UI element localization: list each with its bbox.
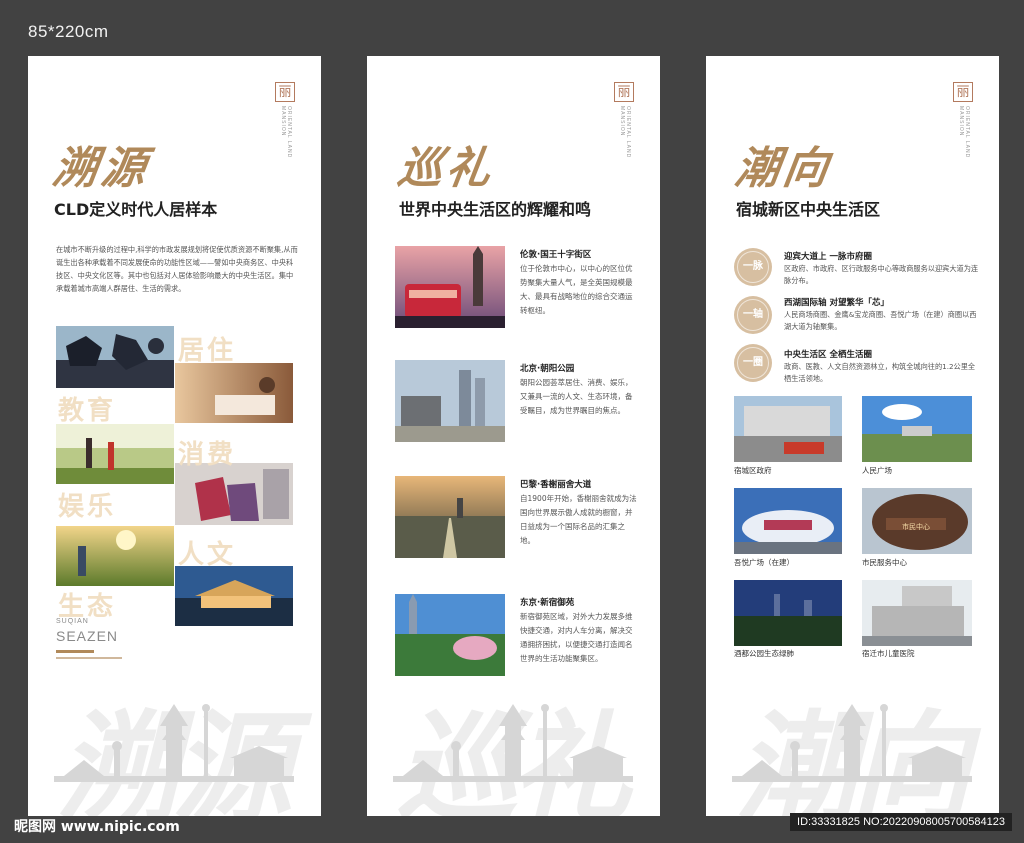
brand-logo: 丽 ORIENTAL LAND MANSION	[614, 82, 636, 168]
site-watermark: 昵图网 www.nipic.com	[14, 819, 180, 835]
photo-living-room	[175, 363, 293, 423]
place-desc-london: 位于伦敦市中心，以中心的区位优势聚集大量人气，是全英国规模最大、最具有战略地位的…	[520, 264, 633, 315]
row-title-3: 中央生活区 全栖生活圈	[784, 350, 872, 360]
city-skyline-icon	[393, 704, 633, 782]
place-title-beijing: 北京·朝阳公园	[520, 364, 575, 374]
photo-graduation	[56, 326, 174, 388]
photo-tokyo	[395, 594, 505, 676]
caption-citizen-center: 市民服务中心	[862, 558, 907, 567]
photo-childrens-hospital	[862, 580, 972, 646]
banner-panel-tour: 丽 ORIENTAL LAND MANSION 巡礼 世界中央生活区的辉耀和鸣 …	[367, 56, 660, 816]
city-skyline-icon	[732, 704, 972, 782]
caption-childrens-hospital: 宿迁市儿童医院	[862, 649, 915, 658]
caption-jiudu-park: 酒都公园生态绿肺	[734, 649, 794, 658]
image-id-bar: ID:33331825 NO:20220908005700584123	[790, 813, 1012, 831]
photo-lit-building	[175, 566, 293, 626]
place-title-paris: 巴黎·香榭丽舍大道	[520, 480, 592, 490]
panel-subtitle: 宿城新区中央生活区	[736, 200, 881, 219]
logo-seal-icon: 丽	[614, 82, 634, 102]
banner-panel-origin: 丽 ORIENTAL LAND MANSION 溯源 CLD定义时代人居样本 在…	[28, 56, 321, 816]
photo-jiudu-park	[734, 580, 842, 646]
row-title-2: 西湖国际轴 对望繁华「芯」	[784, 298, 889, 308]
brand-logo: 丽 ORIENTAL LAND MANSION	[275, 82, 297, 168]
logo-seal-icon: 丽	[275, 82, 295, 102]
word-live: 居住	[178, 336, 237, 366]
badge-one-circle: 一圈	[734, 344, 772, 382]
place-desc-tokyo: 新宿御苑区域，对外大力发展多维快捷交通，对内人车分离，解决交通拥挤困扰，以便捷交…	[520, 612, 633, 663]
word-culture: 人文	[178, 540, 237, 570]
calligraphy-title: 潮向	[731, 143, 835, 194]
size-label: 85*220cm	[28, 22, 109, 41]
word-entertainment: 娱乐	[58, 492, 117, 522]
caption-government: 宿城区政府	[734, 466, 772, 475]
badge-one-vein: 一脉	[734, 248, 772, 286]
calligraphy-title: 巡礼	[394, 143, 498, 194]
banner-panel-trend: 丽 ORIENTAL LAND MANSION 潮向 宿城新区中央生活区 一脉 …	[706, 56, 999, 816]
sign-citizen-center: 市民中心	[902, 523, 930, 531]
badge-one-axis: 一轴	[734, 296, 772, 334]
photo-park-walk	[56, 526, 174, 586]
accent-bar	[56, 650, 94, 653]
seazen-label: SEAZEN	[56, 628, 119, 644]
panel-subtitle: 世界中央生活区的辉耀和鸣	[399, 200, 592, 219]
logo-text: ORIENTAL LAND MANSION	[958, 106, 970, 159]
logo-text: ORIENTAL LAND MANSION	[280, 106, 292, 159]
accent-bar-thin	[56, 657, 122, 659]
suqian-label: SUQIAN	[56, 618, 89, 625]
city-skyline-icon	[54, 704, 294, 782]
photo-london	[395, 246, 505, 328]
logo-seal-icon: 丽	[953, 82, 973, 102]
row-desc-3: 政商、医教、人文自然资源林立，构筑全城向往的1.2公里全栖生活领地。	[784, 362, 976, 383]
photo-shopping	[175, 463, 293, 525]
place-desc-paris: 自1900年开始，香榭丽舍就成为法国向世界展示傲人成就的橱窗，并日益成为一个国际…	[520, 494, 637, 545]
place-title-tokyo: 东京·新宿御苑	[520, 598, 575, 608]
row-desc-1: 区政府、市政府、区行政服务中心等政商服务以迎宾大道为连脉分布。	[784, 264, 979, 285]
photo-running	[56, 424, 174, 484]
logo-text: ORIENTAL LAND MANSION	[619, 106, 631, 159]
photo-district-government	[734, 396, 842, 462]
caption-peoples-square: 人民广场	[862, 466, 892, 475]
word-consume: 消费	[178, 440, 237, 470]
photo-citizen-center	[862, 488, 972, 554]
word-education: 教育	[58, 396, 117, 426]
photo-peoples-square	[862, 396, 972, 462]
calligraphy-title: 溯源	[49, 143, 153, 194]
place-desc-beijing: 朝阳公园荟萃居住、消费、娱乐，又兼具一流的人文、生态环境，备受瞩目，成为世界瞩目…	[520, 378, 633, 415]
caption-wuyue-plaza: 吾悦广场（在建）	[734, 558, 794, 567]
row-desc-2: 人民商场商圈、金鹰&宝龙商圈、吾悦广场（在建）商圈以西湖大道为轴聚集。	[784, 310, 977, 331]
intro-paragraph: 在城市不断升级的过程中,科学的市政发展规划将促使优质资源不断聚集,从而诞生出各种…	[56, 245, 298, 293]
photo-wuyue-plaza	[734, 488, 842, 554]
row-title-1: 迎宾大道上 一脉市府圈	[784, 252, 872, 262]
place-title-london: 伦敦·国王十字街区	[520, 250, 592, 260]
brand-logo: 丽 ORIENTAL LAND MANSION	[953, 82, 975, 168]
photo-paris	[395, 476, 505, 558]
photo-beijing	[395, 360, 505, 442]
panel-subtitle: CLD定义时代人居样本	[54, 200, 218, 219]
